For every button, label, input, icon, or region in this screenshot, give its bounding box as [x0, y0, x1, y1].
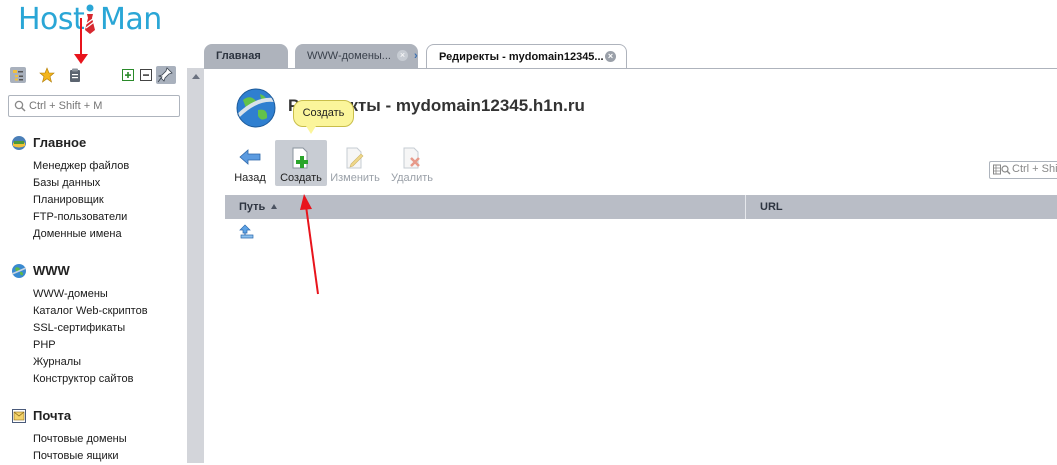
sidebar-item-site-builder[interactable]: Конструктор сайтов [33, 371, 148, 388]
globe-icon [11, 264, 27, 278]
clipboard-icon[interactable] [67, 67, 83, 83]
expand-all-icon[interactable] [120, 67, 136, 83]
sidebar-item-web-scripts[interactable]: Каталог Web-скриптов [33, 303, 148, 320]
sidebar-item-mail-domains[interactable]: Почтовые домены [33, 431, 127, 448]
tab-bar: Главная WWW-домены... × › Редиректы - my… [204, 44, 1057, 68]
create-button[interactable]: Создать [275, 140, 327, 186]
sidebar-item-mailboxes[interactable]: Почтовые ящики [33, 448, 127, 465]
section-title-main[interactable]: Главное [11, 134, 129, 152]
parent-folder-up-icon[interactable] [238, 223, 255, 240]
logo-text-man: Man [100, 2, 162, 37]
add-document-icon [292, 147, 308, 169]
tab-www-domains[interactable]: WWW-домены... × [295, 44, 418, 68]
section-title-www[interactable]: WWW [11, 262, 148, 280]
sidebar-splitter[interactable] [187, 68, 204, 463]
edit-document-icon [346, 147, 364, 169]
sidebar-item-www-domains[interactable]: WWW-домены [33, 286, 148, 303]
content-area [204, 68, 1057, 463]
delete-button[interactable]: Удалить [386, 140, 438, 186]
sidebar: Главное Менеджер файлов Базы данных План… [0, 62, 186, 463]
sidebar-search-input[interactable] [29, 98, 174, 113]
sidebar-item-php[interactable]: PHP [33, 337, 148, 354]
arrow-left-icon [239, 149, 261, 165]
tie-icon [85, 4, 95, 34]
logo-text-host: Host [18, 2, 85, 37]
section-main: Главное Менеджер файлов Базы данных План… [11, 134, 129, 243]
sidebar-search[interactable] [8, 95, 180, 117]
edit-button[interactable]: Изменить [329, 140, 381, 186]
back-button[interactable]: Назад [224, 140, 276, 186]
tab-close-icon[interactable]: × [397, 50, 408, 61]
section-mail: Почта Почтовые домены Почтовые ящики [11, 407, 127, 465]
column-divider[interactable] [745, 195, 746, 219]
collapse-all-icon[interactable] [138, 67, 154, 83]
create-tooltip: Создать [293, 100, 354, 134]
section-title-mail[interactable]: Почта [11, 407, 127, 425]
column-url[interactable]: URL [760, 195, 783, 219]
search-icon [14, 100, 26, 112]
table-search[interactable]: Ctrl + Shi [989, 161, 1057, 179]
delete-document-icon [403, 147, 420, 169]
sidebar-toolbar [10, 66, 180, 86]
column-path[interactable]: Путь [239, 195, 278, 219]
tab-redirects[interactable]: Редиректы - mydomain12345... × [426, 44, 627, 68]
mail-icon [12, 409, 26, 423]
sidebar-item-file-manager[interactable]: Менеджер файлов [33, 158, 129, 175]
tree-view-icon[interactable] [10, 67, 26, 83]
section-www: WWW WWW-домены Каталог Web-скриптов SSL-… [11, 262, 148, 388]
globe-redirect-icon [236, 88, 276, 128]
sidebar-item-domain-names[interactable]: Доменные имена [33, 226, 129, 243]
sidebar-item-databases[interactable]: Базы данных [33, 175, 129, 192]
pin-icon[interactable] [156, 66, 176, 84]
star-icon[interactable] [39, 67, 55, 83]
tab-main[interactable]: Главная [204, 44, 288, 68]
tab-close-icon[interactable]: × [605, 51, 616, 62]
table-search-placeholder: Ctrl + Shi [1012, 163, 1057, 175]
sidebar-item-scheduler[interactable]: Планировщик [33, 192, 129, 209]
table-header: Путь URL [225, 195, 1057, 219]
sidebar-item-ssl-certificates[interactable]: SSL-сертификаты [33, 320, 148, 337]
sidebar-item-logs[interactable]: Журналы [33, 354, 148, 371]
sort-asc-icon [271, 204, 278, 209]
home-globe-icon [12, 136, 26, 150]
filter-search-icon [993, 164, 1011, 175]
collapse-arrow-icon[interactable] [192, 74, 200, 79]
sidebar-item-ftp-users[interactable]: FTP-пользователи [33, 209, 129, 226]
tab-arrow-icon: › [414, 50, 418, 62]
